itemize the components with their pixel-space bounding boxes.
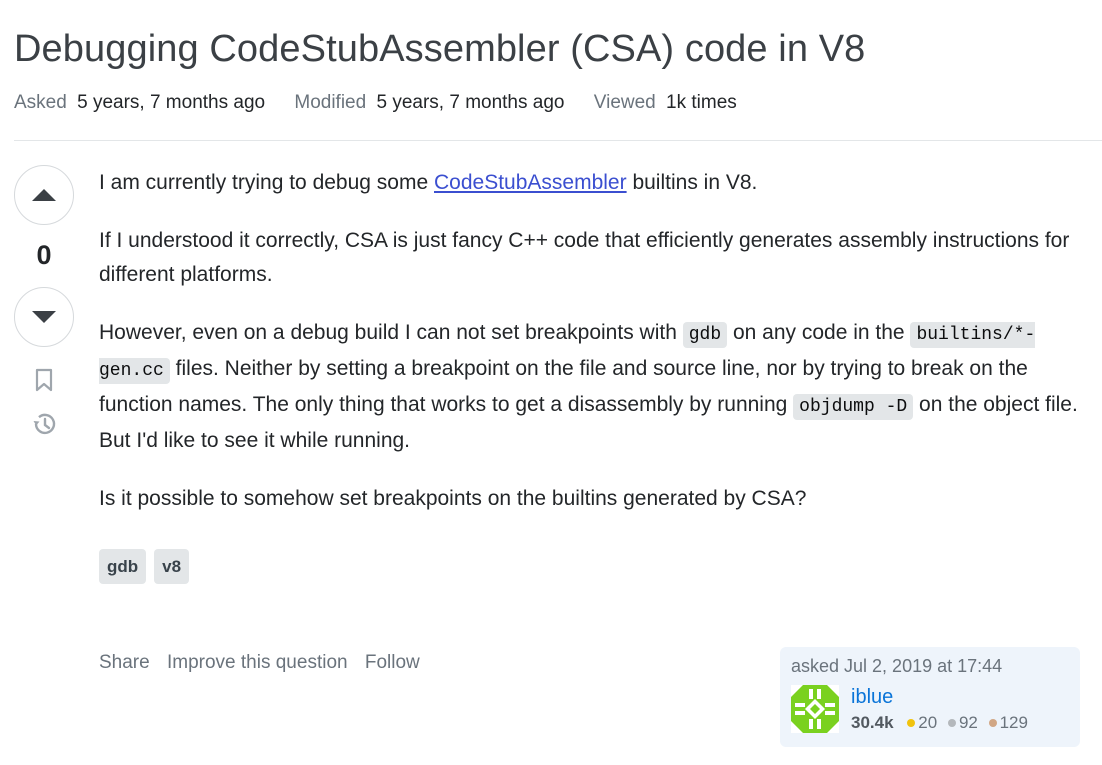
viewed-value: 1k times	[666, 92, 737, 113]
vote-count: 0	[36, 240, 52, 270]
header-divider	[14, 140, 1102, 141]
follow-link[interactable]: Follow	[365, 652, 420, 673]
bronze-badge-count: 129	[999, 713, 1028, 732]
modified-label: Modified	[294, 92, 367, 113]
question-body: I am currently trying to debug some Code…	[99, 166, 1089, 540]
silver-badge-icon	[947, 719, 956, 728]
bronze-badge-icon	[988, 719, 997, 728]
paragraph: If I understood it correctly, CSA is jus…	[99, 229, 1070, 286]
owner-info: iblue 30.4k 20 92 129	[851, 685, 1031, 733]
paragraph-text: builtins in V8.	[626, 171, 758, 194]
modified-value[interactable]: 5 years, 7 months ago	[376, 92, 564, 113]
tag-list: gdb v8	[99, 549, 190, 584]
owner-name-link[interactable]: iblue	[851, 685, 1031, 709]
downvote-icon	[32, 311, 56, 323]
share-link[interactable]: Share	[99, 652, 150, 673]
improve-question-link[interactable]: Improve this question	[167, 652, 348, 673]
inline-code: objdump -D	[793, 394, 914, 420]
owner-row: iblue 30.4k 20 92 129	[791, 685, 1069, 733]
paragraph-text: I am currently trying to debug some	[99, 171, 434, 194]
asked-value[interactable]: 5 years, 7 months ago	[77, 92, 265, 113]
owner-stats: 30.4k 20 92 129	[851, 713, 1031, 733]
owner-card: asked Jul 2, 2019 at 17:44 iblue 30.4k 2…	[780, 647, 1080, 747]
tag-v8[interactable]: v8	[154, 549, 190, 584]
post-actions: Share Improve this question Follow	[99, 652, 432, 674]
viewed-label: Viewed	[593, 92, 656, 113]
asked-label: Asked	[14, 92, 67, 113]
avatar[interactable]	[791, 685, 839, 733]
bookmark-icon	[35, 368, 53, 392]
viewed-meta: Viewed 1k times	[594, 92, 737, 114]
history-button[interactable]	[30, 410, 58, 438]
paragraph-text: However, even on a debug build I can not…	[99, 321, 683, 344]
reputation-score: 30.4k	[851, 713, 894, 732]
paragraph: However, even on a debug build I can not…	[99, 316, 1089, 458]
question-title[interactable]: Debugging CodeStubAssembler (CSA) code i…	[14, 28, 865, 71]
history-icon	[33, 413, 56, 435]
paragraph: Is it possible to somehow set breakpoint…	[99, 487, 807, 510]
silver-badge-count: 92	[958, 713, 978, 732]
asked-meta: Asked 5 years, 7 months ago	[14, 92, 265, 114]
tag-gdb[interactable]: gdb	[99, 549, 147, 584]
modified-meta: Modified 5 years, 7 months ago	[294, 92, 564, 114]
bookmark-button[interactable]	[30, 366, 58, 394]
gold-badge-count: 20	[918, 713, 938, 732]
upvote-button[interactable]	[14, 165, 74, 225]
asked-timestamp[interactable]: asked Jul 2, 2019 at 17:44	[791, 656, 1069, 677]
upvote-icon	[32, 189, 56, 201]
codestubassembler-link[interactable]: CodeStubAssembler	[434, 171, 627, 194]
gold-badge-icon	[907, 719, 916, 728]
downvote-button[interactable]	[14, 287, 74, 347]
paragraph: I am currently trying to debug some Code…	[99, 166, 1089, 200]
inline-code: gdb	[682, 322, 728, 348]
paragraph-text: on any code in the	[727, 321, 911, 344]
question-meta: Asked 5 years, 7 months ago Modified 5 y…	[14, 92, 761, 114]
